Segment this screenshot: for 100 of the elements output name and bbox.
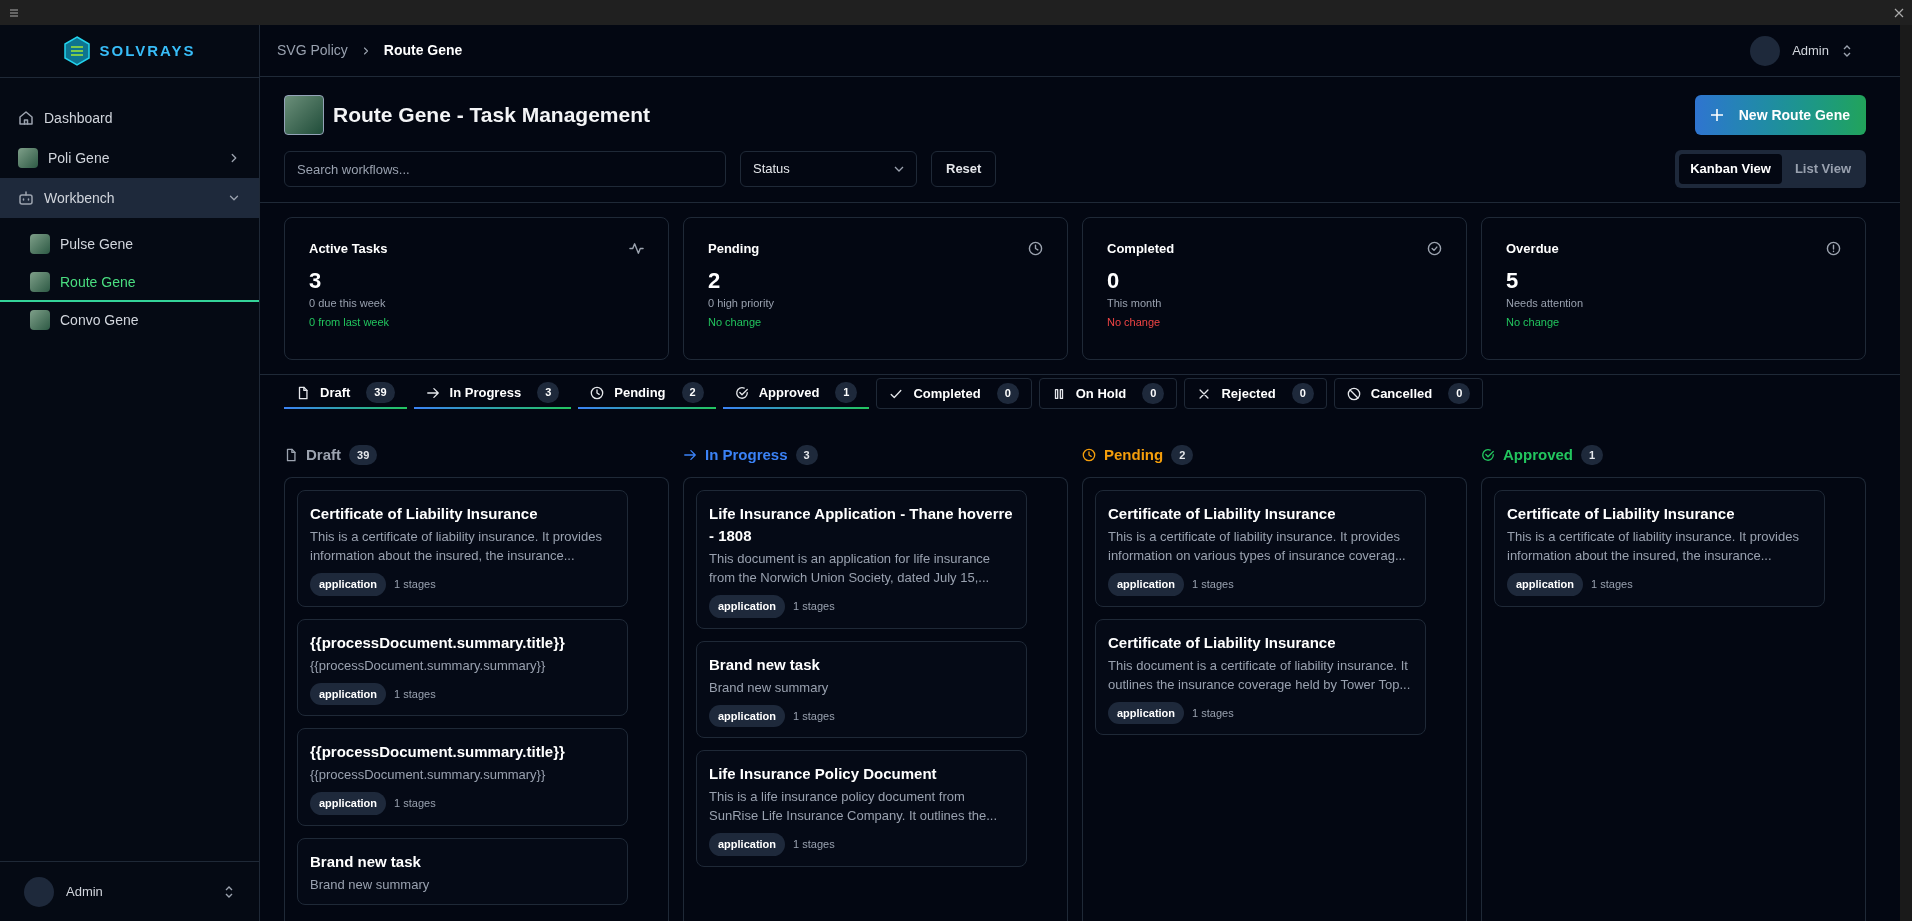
chevron-up-down-icon[interactable] <box>223 884 235 899</box>
task-card[interactable]: Certificate of Liability Insurance This is a certificate of liability insurance. It provides information on various types of insurance coverag... application 1 stages <box>1095 490 1426 607</box>
status-tab[interactable]: Completed 0 <box>876 378 1032 409</box>
breadcrumb-link[interactable]: SVG Policy <box>277 40 348 61</box>
chevron-up-down-icon[interactable] <box>1841 43 1853 58</box>
stat-value: 0 <box>1107 266 1121 295</box>
avatar <box>1750 35 1781 66</box>
activity-icon <box>629 241 644 257</box>
count-badge: 2 <box>681 382 704 403</box>
task-card[interactable]: Certificate of Liability Insurance This document is a certificate of liability insurance. It outlines the insurance coverage held by Tower Top... application 1 stages <box>1095 618 1426 735</box>
task-card[interactable]: Brand new task Brand new summary application 1 stages <box>696 640 1027 738</box>
new-route-gene-button[interactable]: New Route Gene <box>1694 95 1866 135</box>
stat-title: Active Tasks <box>309 240 388 258</box>
count-badge: 3 <box>537 382 560 403</box>
page-title: Route Gene - Task Management <box>333 102 651 129</box>
plus-icon <box>1710 109 1723 121</box>
task-card[interactable]: Certificate of Liability Insurance This is a certificate of liability insurance. It provides information about the insured, the insurance... application 1 stages <box>1494 490 1825 607</box>
sidebar-item[interactable]: Workbench <box>0 178 259 218</box>
stat-change: No change <box>1107 315 1162 330</box>
card-title: Brand new task <box>310 851 422 872</box>
status-tab[interactable]: Cancelled 0 <box>1333 378 1484 409</box>
ban-icon <box>1346 386 1361 401</box>
check-circle-icon <box>734 385 749 400</box>
stage-count: 1 stages <box>394 796 436 811</box>
file-icon <box>296 385 310 400</box>
stat-change: No change <box>708 315 763 330</box>
stage-count: 1 stages <box>1192 577 1234 592</box>
menu-icon[interactable] <box>8 6 20 19</box>
count-badge: 1 <box>835 382 858 403</box>
tag: application <box>310 792 387 815</box>
sidebar-item[interactable]: Pulse Gene <box>0 226 259 264</box>
avatar <box>24 876 54 907</box>
sidebar-item[interactable]: Dashboard <box>0 98 259 138</box>
arrow-right-icon <box>425 385 440 400</box>
card-summary: This is a life insurance policy document from SunRise Life Insurance Company. It outlines the... <box>709 788 999 825</box>
card-title: Certificate of Liability Insurance <box>1108 504 1337 524</box>
stat-change: No change <box>1506 315 1561 330</box>
card-summary: Brand new summary <box>709 678 830 697</box>
stage-count: 1 stages <box>1591 577 1633 592</box>
tag: application <box>1507 573 1584 596</box>
task-card[interactable]: Life Insurance Application - Thane hoverre - 1808 This document is an application for life insurance from the Norwich Union Society, dated July 15,... application 1 stages <box>696 490 1027 629</box>
view-tab[interactable]: List View <box>1783 154 1862 184</box>
bot-icon <box>18 190 34 206</box>
stage-count: 1 stages <box>1192 705 1234 721</box>
view-tab[interactable]: Kanban View <box>1679 154 1782 184</box>
status-tab[interactable]: On Hold 0 <box>1038 378 1178 409</box>
card-summary: This is a certificate of liability insurance. It provides information about the insured, the insurance... <box>1507 528 1800 565</box>
card-summary: This is a certificate of liability insurance. It provides information about the insured, the insurance... <box>310 528 603 565</box>
tag: application <box>310 573 387 596</box>
card-title: Certificate of Liability Insurance <box>1507 504 1736 524</box>
stat-subtitle: This month <box>1107 295 1163 311</box>
column-title: Pending <box>1104 444 1164 465</box>
gene-thumbnail <box>30 310 50 330</box>
tag: application <box>1108 701 1185 724</box>
reset-button[interactable]: Reset <box>931 151 997 187</box>
task-card[interactable]: Life Insurance Policy Document This is a life insurance policy document from SunRise Life Insurance Company. It outlines the... application 1 stages <box>696 750 1027 867</box>
stat-value: 2 <box>708 266 722 295</box>
card-title: Life Insurance Application - Thane hoverre - 1808 <box>709 504 1014 546</box>
tag: application <box>709 704 786 727</box>
task-card[interactable]: {{processDocument.summary.title}} {{processDocument.summary.summary}} application 1 stages <box>297 618 628 716</box>
chevron-down-icon <box>894 166 904 172</box>
card-title: Certificate of Liability Insurance <box>310 504 539 524</box>
sidebar-item[interactable]: Poli Gene <box>0 138 259 178</box>
task-card[interactable]: Brand new task Brand new summary <box>297 837 628 905</box>
clock-icon <box>1028 241 1043 257</box>
check-circle-icon <box>1427 241 1442 257</box>
column-title: Approved <box>1503 444 1573 465</box>
task-card[interactable]: Certificate of Liability Insurance This is a certificate of liability insurance. It provides information about the insured, the insurance... application 1 stages <box>297 490 628 607</box>
tag: application <box>1108 573 1185 596</box>
count-badge: 39 <box>349 444 378 466</box>
gene-thumbnail <box>18 148 38 168</box>
card-summary: Brand new summary <box>310 875 431 894</box>
alert-circle-icon <box>1826 241 1841 257</box>
arrow-right-icon <box>683 448 697 462</box>
scrollbar[interactable] <box>1900 25 1912 921</box>
sidebar-item[interactable]: Convo Gene <box>0 302 259 340</box>
stat-subtitle: 0 due this week <box>309 295 387 311</box>
logo-text: SOLVRAYS <box>99 40 196 61</box>
stat-change: 0 from last week <box>309 315 391 330</box>
user-name[interactable]: Admin <box>66 881 211 902</box>
card-summary: This document is a certificate of liability insurance. It outlines the insurance coverage held by Tower Top... <box>1108 656 1412 694</box>
task-card[interactable]: {{processDocument.summary.title}} {{processDocument.summary.summary}} application 1 stages <box>297 728 628 826</box>
gene-thumbnail <box>284 95 324 135</box>
status-dropdown[interactable]: Status <box>740 151 917 187</box>
user-name[interactable]: Admin <box>1792 40 1829 61</box>
card-summary: {{processDocument.summary.summary}} <box>310 766 547 784</box>
logo-icon <box>63 36 92 66</box>
count-badge: 0 <box>1291 383 1314 404</box>
close-icon[interactable] <box>1894 7 1904 18</box>
count-badge: 3 <box>795 444 818 466</box>
stage-count: 1 stages <box>394 577 436 592</box>
search-field[interactable]: Search workflows... <box>284 151 726 187</box>
sidebar-item[interactable]: Route Gene <box>0 264 259 302</box>
stage-count: 1 stages <box>793 837 835 852</box>
stat-title: Completed <box>1107 240 1175 258</box>
stage-count: 1 stages <box>793 708 835 724</box>
tag: application <box>709 595 786 618</box>
status-tab[interactable]: Rejected 0 <box>1184 378 1327 409</box>
clock-icon <box>1082 448 1096 462</box>
column-title: In Progress <box>705 444 788 465</box>
